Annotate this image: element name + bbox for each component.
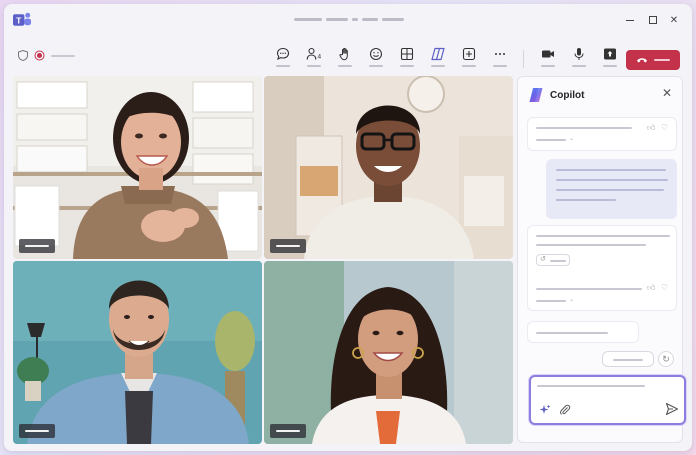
svg-text:T: T <box>16 15 22 25</box>
minimize-icon[interactable] <box>624 14 636 26</box>
video-tile-participant-2[interactable] <box>264 76 513 259</box>
more-button[interactable] <box>486 44 514 72</box>
meeting-toolbar: 4 <box>4 40 692 76</box>
citation-icon: ↺ <box>540 256 546 263</box>
react-button[interactable] <box>362 44 390 72</box>
prompt-suggestion-button[interactable] <box>602 351 654 367</box>
meeting-timer <box>51 54 75 57</box>
user-message <box>546 159 677 219</box>
mic-icon <box>574 48 584 60</box>
people-button[interactable]: 4 <box>300 44 328 72</box>
thumbs-up-icon[interactable]: 👍︎ <box>647 123 655 133</box>
sparkle-icon[interactable] <box>539 403 551 415</box>
raise-hand-button[interactable] <box>331 44 359 72</box>
shield-icon <box>18 50 28 61</box>
thumbs-down-icon[interactable]: ♡ <box>661 123 668 132</box>
leave-call-icon <box>637 58 647 63</box>
copilot-message: ↺ ⌄ 👍︎ ♡ <box>527 225 677 311</box>
mic-button[interactable] <box>565 44 593 72</box>
video-tile-participant-4[interactable] <box>264 261 513 444</box>
thumbs-down-icon[interactable]: ♡ <box>661 283 668 292</box>
thumbs-up-icon[interactable]: 👍︎ <box>647 283 655 293</box>
view-icon <box>400 47 414 61</box>
participant-name-tag <box>270 239 306 253</box>
participant-name-tag <box>19 239 55 253</box>
chat-button[interactable] <box>269 44 297 72</box>
title-bar: T ✕ <box>4 4 692 36</box>
window-title <box>294 18 404 21</box>
participant-name-tag <box>270 424 306 438</box>
teams-window: T ✕ 4 Copilot ✕ ⌄ 👍︎ ♡ ↺ ⌄ 👍︎ ♡ ↻ <box>4 4 692 451</box>
maximize-icon[interactable] <box>647 14 659 26</box>
suggested-prompt[interactable] <box>527 321 639 343</box>
raise-hand-icon <box>339 47 348 61</box>
meeting-status <box>18 50 75 61</box>
copilot-composer[interactable] <box>529 375 686 425</box>
leave-button[interactable] <box>626 50 680 70</box>
camera-icon <box>542 50 554 58</box>
copilot-title: Copilot <box>550 89 585 101</box>
send-icon[interactable] <box>665 402 679 416</box>
apps-icon <box>462 47 476 61</box>
teams-logo-icon[interactable]: T <box>13 11 32 29</box>
close-copilot-icon[interactable]: ✕ <box>660 86 674 100</box>
view-button[interactable] <box>393 44 421 72</box>
copilot-icon <box>431 47 445 61</box>
video-tile-participant-1[interactable] <box>13 76 262 259</box>
recording-icon <box>34 50 45 61</box>
participant-name-tag <box>19 424 55 438</box>
apps-button[interactable] <box>455 44 483 72</box>
copilot-logo-icon <box>529 88 543 102</box>
copilot-button[interactable] <box>424 44 452 72</box>
people-icon: 4 <box>306 47 321 61</box>
participant-video <box>13 76 262 259</box>
chat-icon <box>276 47 290 61</box>
svg-text:4: 4 <box>317 54 321 61</box>
participant-video <box>13 261 262 444</box>
chevron-down-icon[interactable]: ⌄ <box>569 296 574 303</box>
attach-icon[interactable] <box>559 403 571 415</box>
participant-video <box>264 261 513 444</box>
toolbar-divider <box>523 50 524 68</box>
video-tile-participant-3[interactable] <box>13 261 262 444</box>
close-icon[interactable]: ✕ <box>668 14 680 26</box>
copilot-message: ⌄ 👍︎ ♡ <box>527 117 677 151</box>
camera-button[interactable] <box>534 44 562 72</box>
chevron-down-icon[interactable]: ⌄ <box>569 135 574 142</box>
participant-video <box>264 76 513 259</box>
copilot-header: Copilot <box>528 87 584 103</box>
copilot-panel: Copilot ✕ ⌄ 👍︎ ♡ ↺ ⌄ 👍︎ ♡ ↻ <box>517 76 686 443</box>
share-icon <box>604 48 616 60</box>
share-button[interactable] <box>596 44 624 72</box>
react-icon <box>369 47 383 61</box>
citation-chip[interactable]: ↺ <box>536 254 570 266</box>
refresh-icon[interactable]: ↻ <box>658 351 674 367</box>
more-icon <box>495 53 505 55</box>
